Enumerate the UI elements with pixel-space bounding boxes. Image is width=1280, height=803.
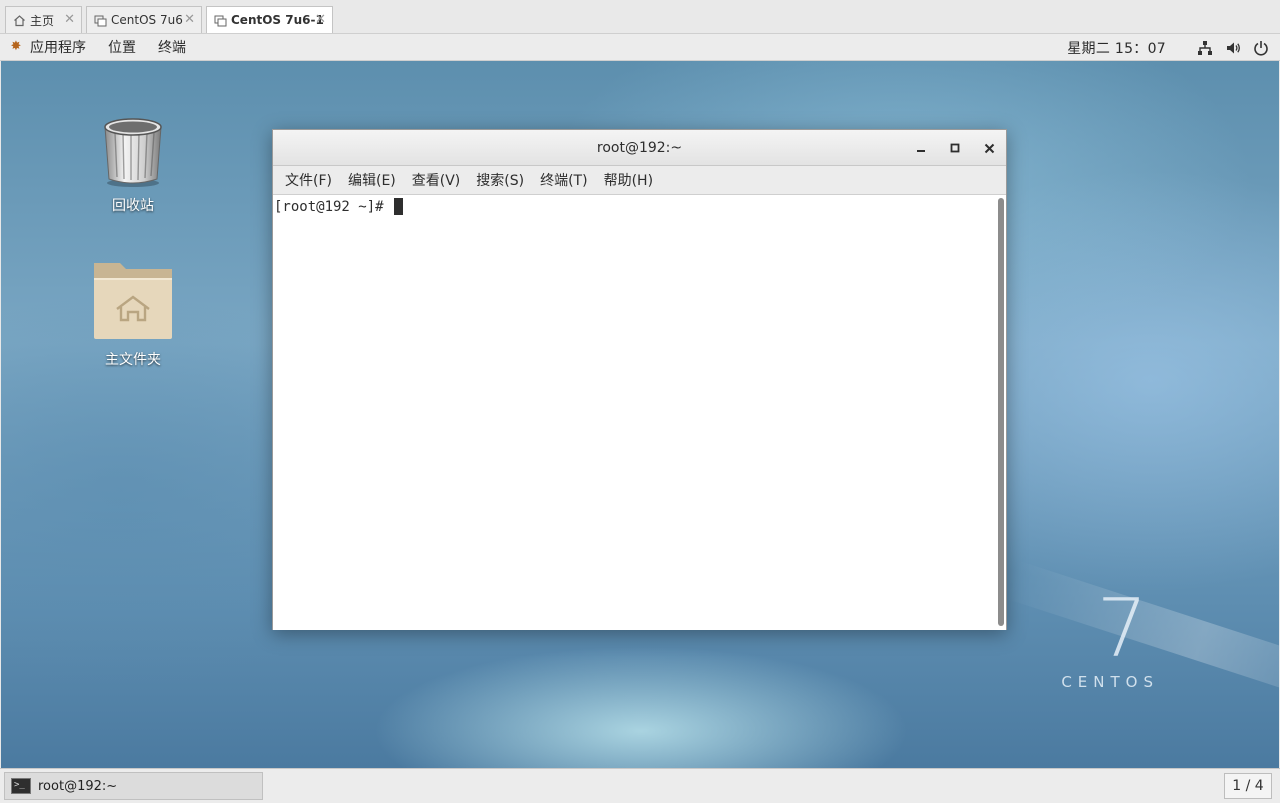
desktop-icon-home-folder[interactable]: 主文件夹 xyxy=(83,257,183,369)
window-titlebar[interactable]: root@192:~ xyxy=(273,130,1006,166)
centos-watermark: 7 CENTOS xyxy=(1061,582,1159,692)
close-icon[interactable]: ✕ xyxy=(184,12,195,27)
window-title: root@192:~ xyxy=(596,140,683,156)
watermark-number: 7 xyxy=(1096,582,1148,675)
taskbar-item-label: root@192:~ xyxy=(38,778,118,794)
menu-edit[interactable]: 编辑(E) xyxy=(340,170,404,190)
workspace-switcher[interactable]: 1 / 4 xyxy=(1224,773,1272,799)
tab-label: CentOS 7u6-1 xyxy=(231,13,324,27)
tab-centos-7u6[interactable]: CentOS 7u6 ✕ xyxy=(86,6,202,33)
volume-icon[interactable] xyxy=(1224,39,1242,57)
desktop-icon-trash[interactable]: 回收站 xyxy=(83,113,183,215)
home-icon xyxy=(12,13,26,27)
bottom-panel: >_ root@192:~ 1 / 4 xyxy=(0,768,1280,803)
terminal-icon: >_ xyxy=(11,778,31,794)
menu-view[interactable]: 查看(V) xyxy=(404,170,469,190)
taskbar-item-terminal[interactable]: >_ root@192:~ xyxy=(4,772,263,800)
terminal-prompt: [root@192 ~]# xyxy=(274,198,393,215)
applications-label: 应用程序 xyxy=(30,40,86,56)
network-icon[interactable] xyxy=(1196,39,1214,57)
desktop-icon-label: 回收站 xyxy=(112,198,154,214)
terminal-window: root@192:~ 文件(F) 编辑(E) 查看(V) 搜索(S) 终端(T)… xyxy=(272,129,1007,630)
system-tray: 星期二 15：07 xyxy=(1067,34,1270,61)
menu-terminal[interactable]: 终端(T) xyxy=(532,170,595,190)
tab-home[interactable]: 主页 ✕ xyxy=(5,6,82,33)
menu-search[interactable]: 搜索(S) xyxy=(468,170,532,190)
watermark-word: CENTOS xyxy=(1061,673,1159,691)
home-folder-icon xyxy=(90,257,176,347)
terminal-label: 终端 xyxy=(158,40,186,56)
top-panel: ✸ 应用程序 位置 终端 星期二 15：07 xyxy=(0,34,1280,61)
minimize-button[interactable] xyxy=(912,139,930,157)
host-tab-strip: 主页 ✕ CentOS 7u6 ✕ CentOS 7u6-1 ✕ xyxy=(0,0,1280,34)
terminal-menubar: 文件(F) 编辑(E) 查看(V) 搜索(S) 终端(T) 帮助(H) xyxy=(273,166,1006,195)
power-icon[interactable] xyxy=(1252,39,1270,57)
vm-icon xyxy=(93,13,107,27)
trash-icon xyxy=(101,113,165,193)
tab-centos-7u6-1[interactable]: CentOS 7u6-1 ✕ xyxy=(206,6,333,33)
desktop-icon-label: 主文件夹 xyxy=(105,352,161,368)
vm-icon xyxy=(213,13,227,27)
terminal-menu[interactable]: 终端 xyxy=(144,34,194,60)
places-label: 位置 xyxy=(108,40,136,56)
places-menu[interactable]: 位置 xyxy=(94,34,144,60)
close-icon[interactable]: ✕ xyxy=(64,12,75,27)
tab-label: CentOS 7u6 xyxy=(111,13,183,27)
terminal-prompt-line: [root@192 ~]# xyxy=(274,198,404,215)
clock[interactable]: 星期二 15：07 xyxy=(1067,38,1166,58)
close-icon[interactable]: ✕ xyxy=(315,12,326,27)
applications-icon: ✸ xyxy=(10,39,22,54)
terminal-body[interactable]: [root@192 ~]# xyxy=(273,195,1006,630)
menu-help[interactable]: 帮助(H) xyxy=(596,170,661,190)
close-button[interactable] xyxy=(980,139,998,157)
maximize-button[interactable] xyxy=(946,139,964,157)
tab-label: 主页 xyxy=(30,13,55,28)
applications-menu[interactable]: ✸ 应用程序 xyxy=(0,34,94,60)
vertical-scrollbar[interactable] xyxy=(998,198,1004,626)
menu-file[interactable]: 文件(F) xyxy=(277,170,340,190)
text-cursor xyxy=(394,198,404,215)
